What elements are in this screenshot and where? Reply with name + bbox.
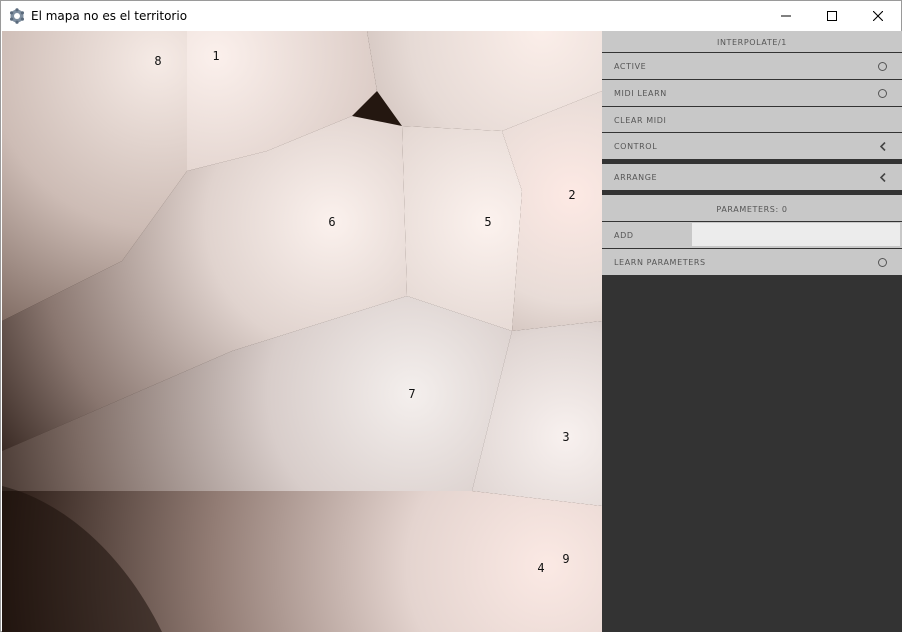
gear-network-icon	[9, 8, 25, 24]
point-label-6[interactable]: 6	[328, 215, 335, 229]
window-title: El mapa no es el territorio	[31, 9, 188, 23]
voronoi-cell-5	[402, 126, 522, 331]
maximize-icon	[827, 11, 837, 21]
clear-midi-label: CLEAR MIDI	[614, 116, 667, 125]
learn-parameters-radio-icon[interactable]	[878, 258, 887, 267]
chevron-left-icon[interactable]	[880, 173, 886, 182]
add-label: ADD	[614, 231, 634, 240]
voronoi-diagram	[2, 31, 602, 632]
arrange-label: ARRANGE	[614, 173, 658, 182]
parameters-count: PARAMETERS: 0	[716, 205, 788, 214]
control-label: CONTROL	[614, 142, 658, 151]
close-button[interactable]	[855, 1, 901, 31]
control-section[interactable]: CONTROL	[602, 133, 902, 159]
minimize-button[interactable]	[763, 1, 809, 31]
active-label: ACTIVE	[614, 62, 647, 71]
panel-header: INTERPOLATE/1	[602, 31, 902, 52]
point-label-8[interactable]: 8	[154, 54, 161, 68]
title-bar[interactable]: El mapa no es el territorio	[1, 1, 901, 31]
panel-title: INTERPOLATE/1	[717, 38, 787, 47]
point-label-3[interactable]: 3	[562, 430, 569, 444]
clear-midi-button[interactable]: CLEAR MIDI	[602, 107, 902, 132]
midi-learn-radio-icon[interactable]	[878, 89, 887, 98]
close-icon	[873, 11, 883, 21]
app-window: El mapa no es el territorio 1 2 3 4 5 6 …	[0, 0, 902, 632]
learn-parameters-label: LEARN PARAMETERS	[614, 258, 706, 267]
midi-learn-toggle[interactable]: MIDI LEARN	[602, 80, 902, 106]
point-label-5[interactable]: 5	[484, 215, 491, 229]
point-label-9[interactable]: 9	[562, 552, 569, 566]
midi-learn-label: MIDI LEARN	[614, 89, 667, 98]
point-label-2[interactable]: 2	[568, 188, 575, 202]
learn-parameters-toggle[interactable]: LEARN PARAMETERS	[602, 249, 902, 275]
point-label-7[interactable]: 7	[408, 387, 415, 401]
add-parameter-row: ADD	[602, 222, 902, 248]
side-panel: INTERPOLATE/1 ACTIVE MIDI LEARN CLEAR MI…	[602, 31, 902, 632]
chevron-left-icon[interactable]	[880, 142, 886, 151]
point-label-1[interactable]: 1	[212, 49, 219, 63]
voronoi-canvas[interactable]: 1 2 3 4 5 6 7 8 9	[2, 31, 602, 632]
add-parameter-input[interactable]	[692, 223, 900, 246]
active-toggle[interactable]: ACTIVE	[602, 53, 902, 79]
active-radio-icon[interactable]	[878, 62, 887, 71]
point-label-4[interactable]: 4	[537, 561, 544, 575]
arrange-section[interactable]: ARRANGE	[602, 164, 902, 190]
minimize-icon	[781, 15, 791, 17]
parameters-header: PARAMETERS: 0	[602, 195, 902, 221]
maximize-button[interactable]	[809, 1, 855, 31]
